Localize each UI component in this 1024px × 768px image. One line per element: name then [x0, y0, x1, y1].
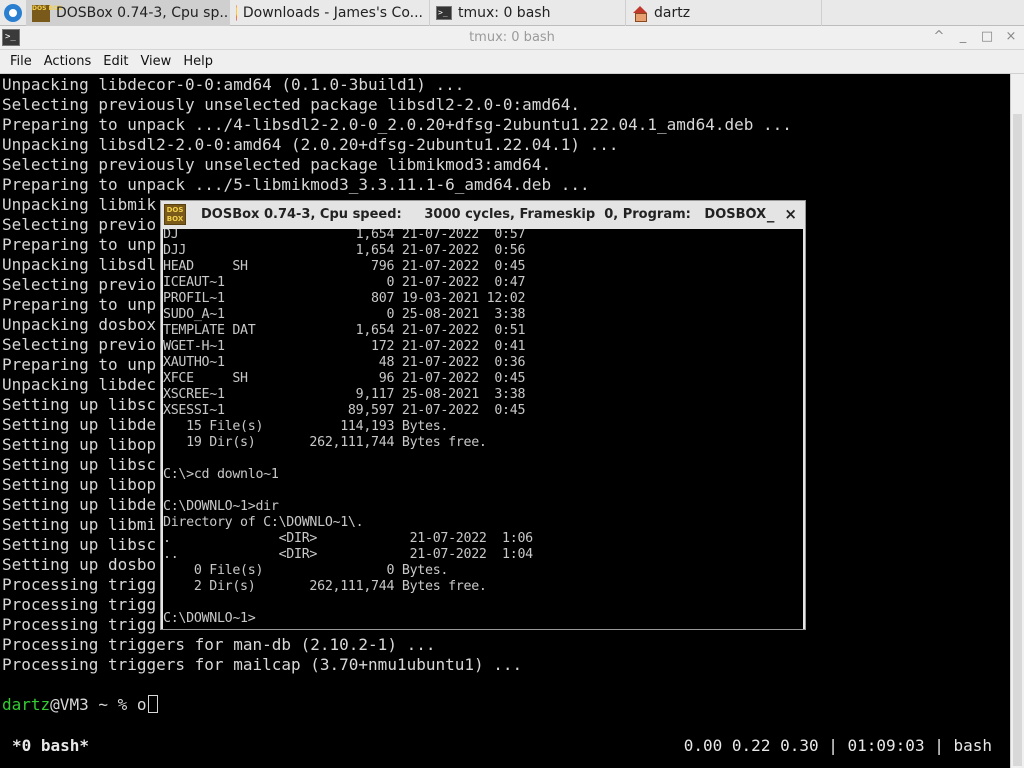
task-tmux-terminal[interactable]: >_ tmux: 0 bash: [430, 0, 626, 26]
app-menu-button[interactable]: [0, 0, 26, 26]
dos-line: SUDO_A~1 0 25-08-2021 3:38: [163, 307, 526, 322]
dos-line: ICEAUT~1 0 21-07-2022 0:47: [163, 275, 526, 290]
prompt-user: dartz: [2, 695, 51, 714]
dosbox-shade-button[interactable]: ^: [744, 205, 757, 223]
dos-line: 0 File(s) 0 Bytes.: [163, 563, 449, 578]
dos-line: XSESSI~1 89,597 21-07-2022 0:45: [163, 403, 526, 418]
menu-file[interactable]: File: [4, 54, 38, 69]
dos-line: . <DIR> 21-07-2022 1:06: [163, 531, 533, 546]
app-menu-icon: [4, 4, 22, 22]
taskbar: DOS BOX DOSBox 0.74-3, Cpu sp... Downloa…: [0, 0, 1024, 26]
dos-line: C:\DOWNLO~1>dir: [163, 499, 279, 514]
prompt-text: @VM3 ~ % o: [50, 695, 147, 714]
close-button[interactable]: ×: [1004, 29, 1018, 44]
task-label: tmux: 0 bash: [458, 5, 551, 21]
dosbox-close-button[interactable]: ×: [784, 205, 797, 223]
terminal-line: Preparing to unpack .../5-libmikmod3_3.3…: [2, 175, 590, 194]
menu-help[interactable]: Help: [177, 54, 219, 69]
menu-actions[interactable]: Actions: [38, 54, 98, 69]
dos-output: DJ 1,654 21-07-2022 0:57 DJJ 1,654 21-07-…: [163, 229, 533, 627]
terminal-scrollbar[interactable]: [1010, 74, 1024, 768]
dos-line: Directory of C:\DOWNLO~1\.: [163, 515, 364, 530]
dos-line: [163, 451, 533, 467]
dosbox-titlebar[interactable]: DOS BOX DOSBox 0.74-3, Cpu speed: 3000 c…: [161, 201, 805, 228]
dos-line: DJJ 1,654 21-07-2022 0:56: [163, 243, 526, 258]
task-label: dartz: [654, 5, 691, 21]
menu-view[interactable]: View: [134, 54, 177, 69]
shade-button[interactable]: ^: [932, 29, 946, 44]
tmux-window-name[interactable]: *0 bash*: [12, 736, 89, 756]
dosbox-window[interactable]: DOS BOX DOSBox 0.74-3, Cpu speed: 3000 c…: [160, 200, 806, 630]
dos-line: C:\>cd downlo~1: [163, 467, 279, 482]
terminal-titlebar[interactable]: >_ tmux: 0 bash ^ _ □ ×: [0, 26, 1024, 50]
dos-line: XSCREE~1 9,117 25-08-2021 3:38: [163, 387, 526, 402]
tmux-status-info: 0.00 0.22 0.30 | 01:09:03 | bash: [683, 736, 992, 755]
dosbox-icon: DOS BOX: [164, 204, 186, 225]
text-cursor: [147, 695, 158, 713]
dosbox-screen[interactable]: DJ 1,654 21-07-2022 0:57 DJJ 1,654 21-07-…: [163, 229, 803, 629]
terminal-line: Selecting previously unselected package …: [2, 155, 552, 174]
dos-line: [163, 595, 533, 611]
dos-line: 15 File(s) 114,193 Bytes.: [163, 419, 449, 434]
task-home-folder[interactable]: dartz: [626, 0, 822, 26]
terminal-icon: >_: [436, 6, 452, 20]
window-title: tmux: 0 bash: [469, 30, 555, 45]
menu-bar: File Actions Edit View Help: [0, 50, 1024, 74]
dos-line: XAUTHO~1 48 21-07-2022 0:36: [163, 355, 526, 370]
home-folder-icon: [632, 6, 648, 22]
dos-line: 2 Dir(s) 262,111,744 Bytes free.: [163, 579, 487, 594]
dos-line: WGET-H~1 172 21-07-2022 0:41: [163, 339, 526, 354]
dos-line: [163, 483, 533, 499]
firefox-icon: [236, 5, 237, 21]
terminal-line: Processing triggers for mailcap (3.70+nm…: [2, 655, 523, 674]
maximize-button[interactable]: □: [980, 29, 994, 44]
shell-prompt[interactable]: dartz@VM3 ~ % o: [2, 695, 158, 715]
task-dosbox[interactable]: DOS BOX DOSBox 0.74-3, Cpu sp...: [26, 0, 230, 26]
task-label: Downloads - James's Co...: [242, 5, 423, 21]
dosbox-minimize-button[interactable]: _: [767, 205, 775, 223]
dos-line: C:\DOWNLO~1>: [163, 611, 256, 626]
menu-edit[interactable]: Edit: [97, 54, 134, 69]
dos-line: DJ 1,654 21-07-2022 0:57: [163, 229, 526, 242]
terminal-line: Preparing to unpack .../4-libsdl2-2.0-0_…: [2, 115, 792, 134]
dos-line: PROFIL~1 807 19-03-2021 12:02: [163, 291, 526, 306]
minimize-button[interactable]: _: [956, 29, 970, 44]
dos-line: 19 Dir(s) 262,111,744 Bytes free.: [163, 435, 487, 450]
task-firefox-downloads[interactable]: Downloads - James's Co...: [230, 0, 430, 26]
terminal-line: Unpacking libsdl2-2.0-0:amd64 (2.0.20+df…: [2, 135, 619, 154]
dosbox-title: DOSBox 0.74-3, Cpu speed: 3000 cycles, F…: [201, 207, 767, 222]
dosbox-icon: DOS BOX: [32, 4, 63, 22]
terminal-line: Processing triggers for man-db (2.10.2-1…: [2, 635, 436, 654]
tmux-status-bar: *0 bash* 0.00 0.22 0.30 | 01:09:03 | bas…: [12, 736, 992, 756]
terminal-line: Selecting previously unselected package …: [2, 95, 580, 114]
scrollbar-thumb[interactable]: [1013, 114, 1022, 766]
task-label: DOSBox 0.74-3, Cpu sp...: [56, 5, 230, 21]
terminal-line: Unpacking libdecor-0-0:amd64 (0.1.0-3bui…: [2, 75, 465, 94]
dos-line: .. <DIR> 21-07-2022 1:04: [163, 547, 533, 562]
dos-line: TEMPLATE DAT 1,654 21-07-2022 0:51: [163, 323, 526, 338]
dos-line: XFCE SH 96 21-07-2022 0:45: [163, 371, 526, 386]
dos-line: HEAD SH 796 21-07-2022 0:45: [163, 259, 526, 274]
